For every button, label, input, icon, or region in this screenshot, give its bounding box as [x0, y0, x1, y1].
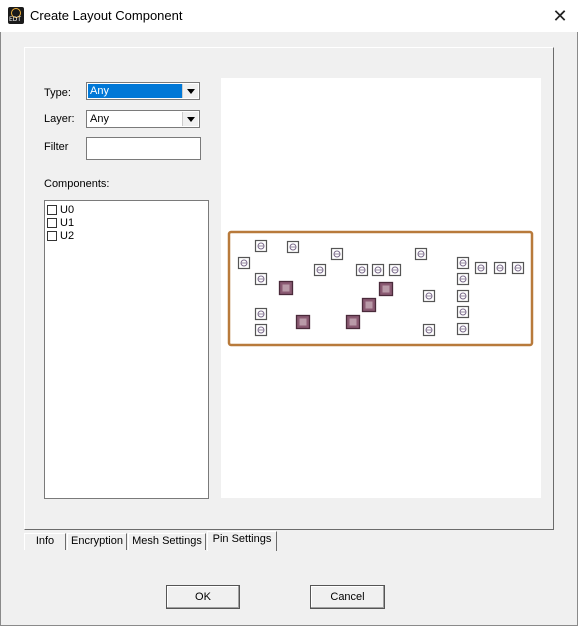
pin-symbol [456, 322, 470, 336]
list-item[interactable]: U1 [47, 216, 74, 229]
component-label: U2 [60, 229, 75, 242]
pad-symbol [378, 281, 394, 297]
app-logo-icon: EDT [8, 7, 24, 24]
window-title: Create Layout Component [30, 8, 183, 23]
pin-symbol [456, 289, 470, 303]
tab-mesh-settings[interactable]: Mesh Settings [128, 533, 206, 550]
close-icon[interactable]: ✕ [545, 4, 575, 28]
layout-preview [221, 78, 541, 498]
pin-symbol [388, 263, 402, 277]
pin-symbol [355, 263, 369, 277]
list-item[interactable]: U2 [47, 229, 74, 242]
pin-symbol [254, 307, 268, 321]
components-label: Components: [44, 178, 110, 190]
pin-symbol [330, 247, 344, 261]
filter-label: Filter [44, 141, 69, 153]
pin-symbol [456, 305, 470, 319]
pad-symbol [361, 297, 377, 313]
component-label: U1 [60, 216, 75, 229]
pin-symbol [313, 263, 327, 277]
pin-symbol [254, 272, 268, 286]
tab-encryption[interactable]: Encryption [67, 533, 127, 550]
checkbox[interactable] [47, 217, 57, 228]
pad-symbol [278, 280, 294, 296]
type-select[interactable]: Any [86, 82, 200, 100]
component-label: U0 [60, 203, 75, 216]
pin-symbol [371, 263, 385, 277]
pin-symbol [456, 256, 470, 270]
tab-pin-settings[interactable]: Pin Settings [207, 531, 277, 551]
type-select-value: Any [88, 84, 182, 98]
pin-symbol [474, 261, 488, 275]
pad-symbol [295, 314, 311, 330]
cancel-button[interactable]: Cancel [310, 585, 385, 609]
filter-input[interactable] [86, 137, 201, 160]
tab-info[interactable]: Info [24, 533, 66, 550]
title-bar: EDT Create Layout Component ✕ [0, 0, 578, 32]
type-label: Type: [44, 87, 71, 99]
pin-symbol [286, 240, 300, 254]
list-item[interactable]: U0 [47, 203, 74, 216]
components-list[interactable]: U0 U1 U2 [44, 200, 209, 499]
pin-symbol [511, 261, 525, 275]
pin-symbol [414, 247, 428, 261]
layout-preview-canvas [227, 230, 534, 347]
pin-symbol [254, 323, 268, 337]
layer-select[interactable]: Any [86, 110, 200, 128]
pin-symbol [456, 272, 470, 286]
pin-symbol [422, 323, 436, 337]
pin-symbol [237, 256, 251, 270]
pad-symbol [345, 314, 361, 330]
chevron-down-icon[interactable] [182, 84, 198, 98]
chevron-down-icon[interactable] [182, 112, 198, 126]
layer-select-value: Any [90, 113, 109, 125]
pin-symbol [254, 239, 268, 253]
layer-label: Layer: [44, 113, 75, 125]
pin-symbol [493, 261, 507, 275]
pin-symbol [422, 289, 436, 303]
ok-button[interactable]: OK [166, 585, 240, 609]
checkbox[interactable] [47, 204, 57, 215]
checkbox[interactable] [47, 230, 57, 241]
